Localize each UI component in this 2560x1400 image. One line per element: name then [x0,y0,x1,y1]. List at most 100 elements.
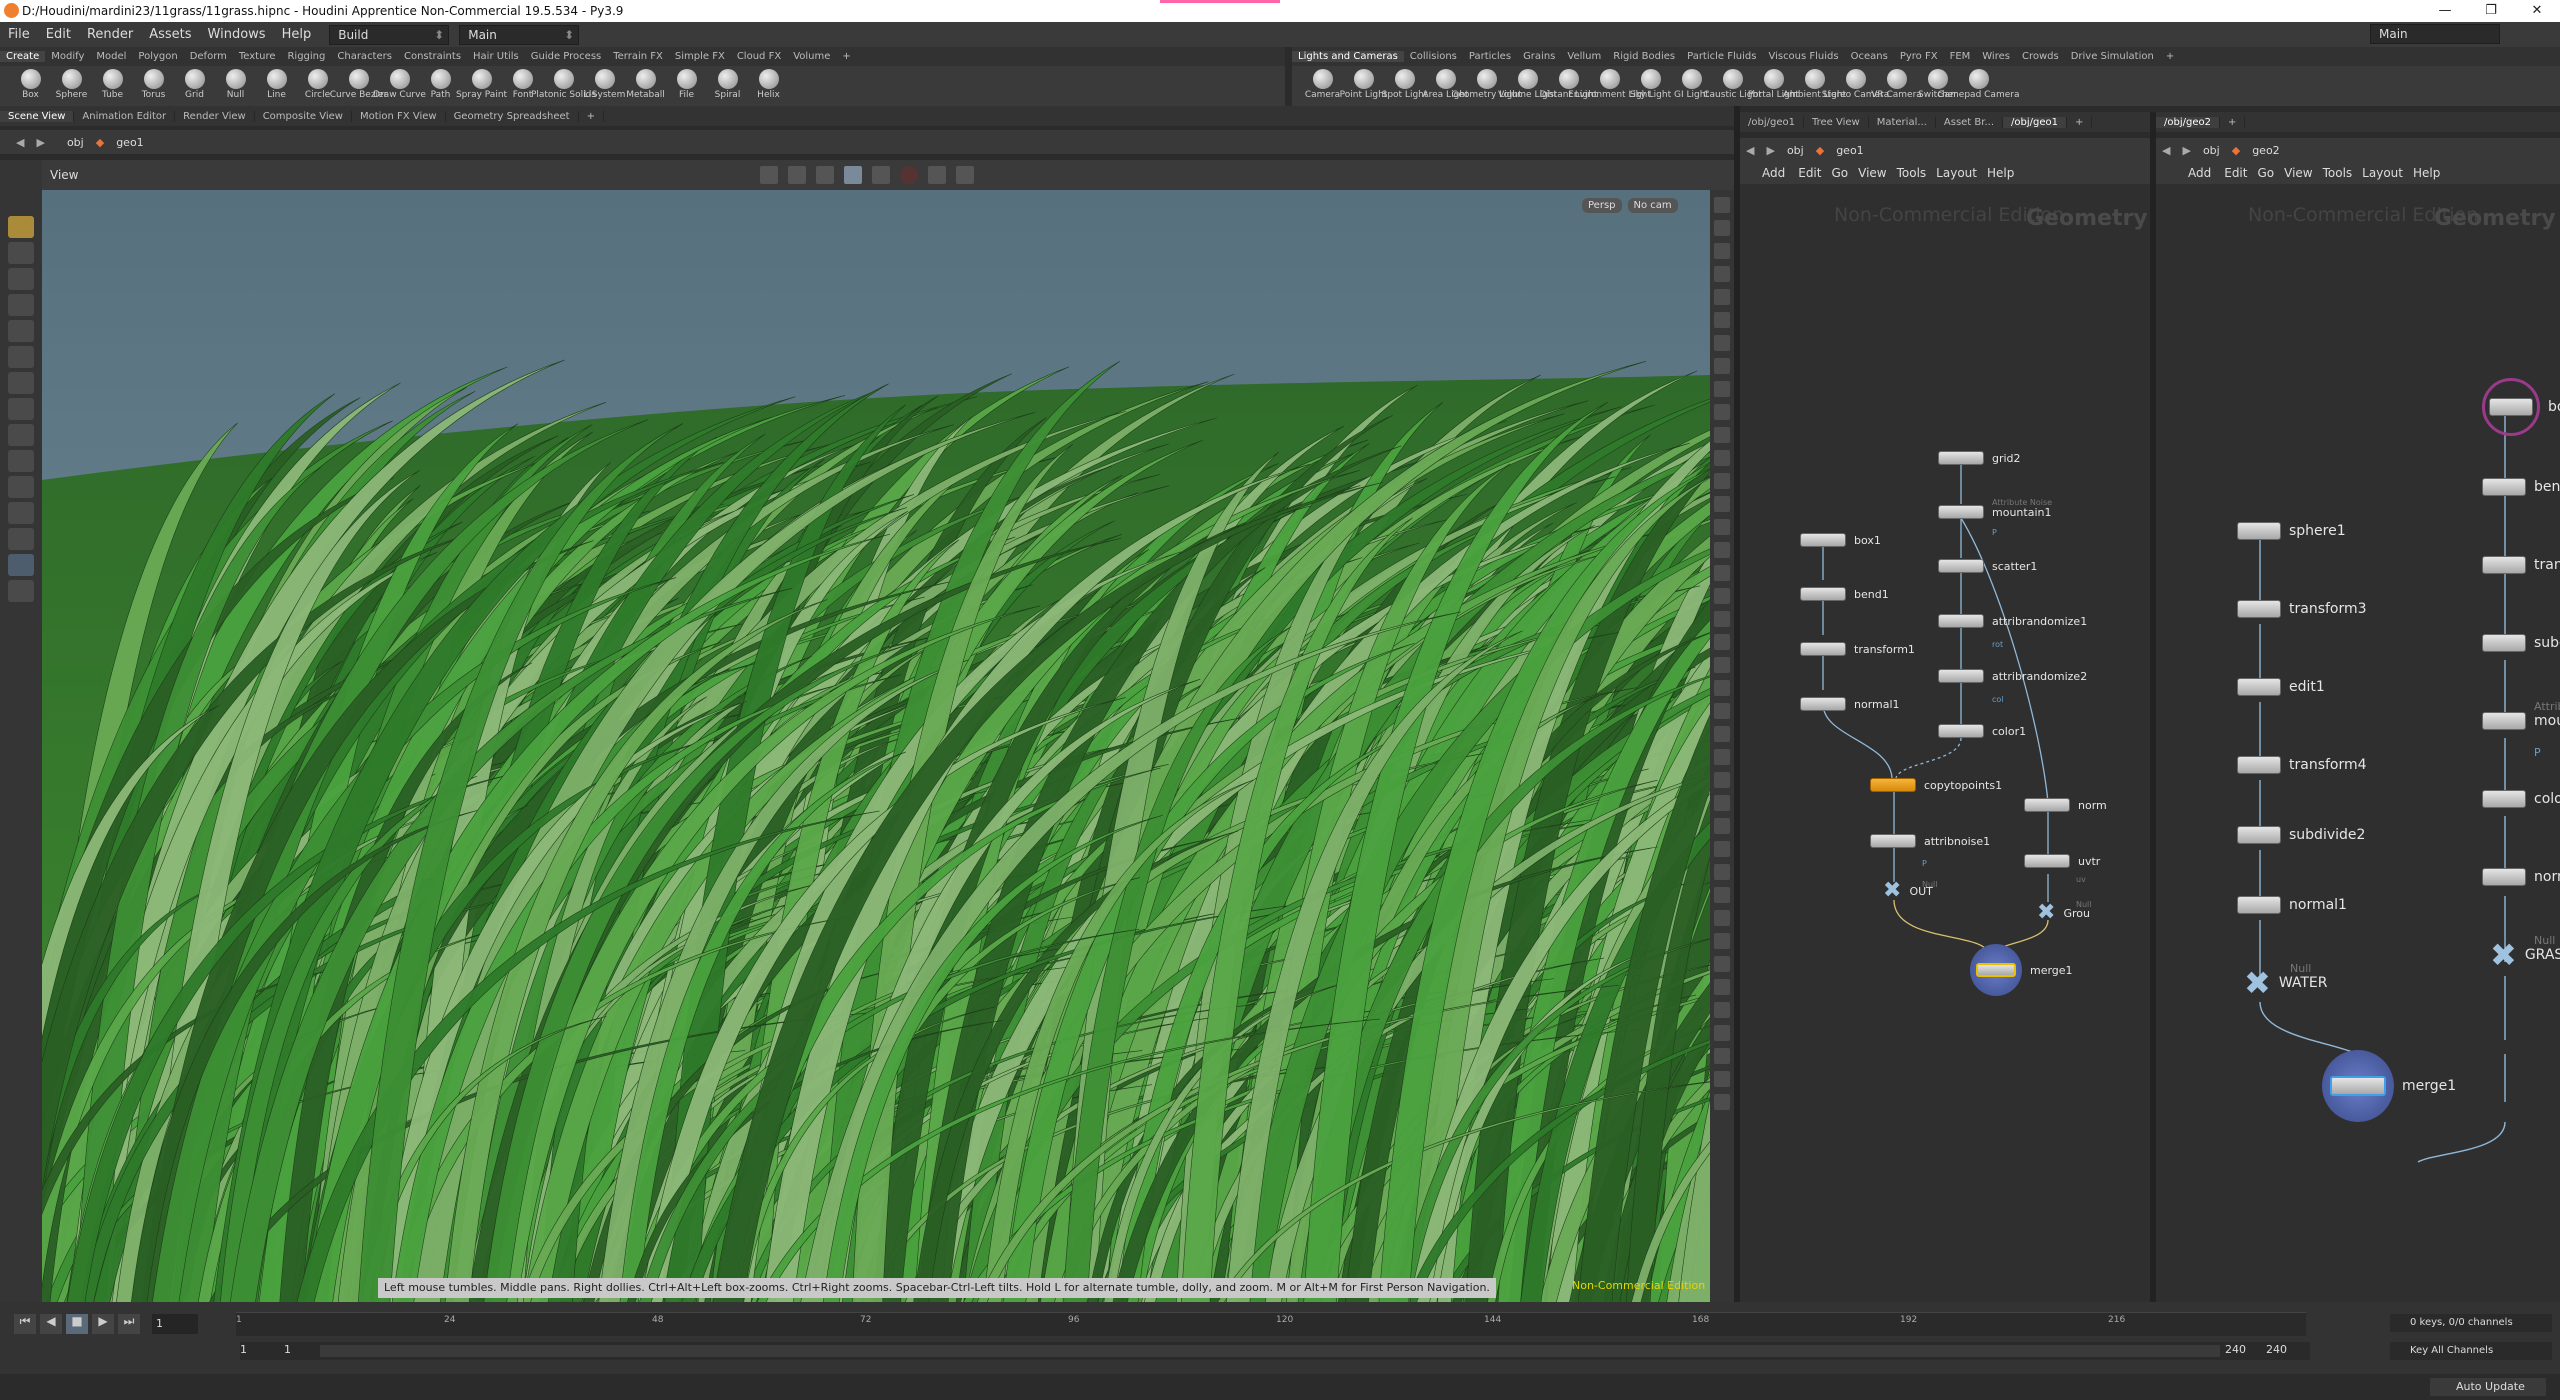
tab-obj-geo1-network[interactable]: /obj/geo1 [2003,116,2067,128]
shelf-tool-l-system[interactable]: L-System [584,66,625,106]
shelf-tab[interactable]: Hair Utils [467,51,525,62]
menu-file[interactable]: File [0,27,38,42]
node-uvtransform-cut[interactable]: uvtr [2024,854,2100,868]
tab-composite-view[interactable]: Composite View [255,110,352,122]
node-body[interactable] [1938,614,1984,628]
select-tool-icon[interactable] [8,216,34,238]
display-toggle-icon[interactable] [1714,542,1730,558]
node-body[interactable] [2482,868,2526,886]
record-icon[interactable] [900,166,918,184]
node-body[interactable] [2482,634,2526,652]
add-pane-tab-button[interactable]: + [2067,116,2093,128]
merge-node-body[interactable] [1970,944,2022,996]
shelf-tool-stereo-camera[interactable]: Stereo Camera [1822,66,1889,106]
shelf-tab[interactable]: FEM [1944,51,1977,62]
display-toggle-icon[interactable] [1714,404,1730,420]
path-geo2[interactable]: geo2 [2246,144,2285,157]
node-body[interactable] [2024,854,2070,868]
node-body[interactable] [1800,533,1846,547]
display-toggle-icon[interactable] [1714,887,1730,903]
node-body[interactable] [1938,451,1984,465]
shelf-tool-grid[interactable]: Grid [174,66,215,106]
camera-tool-icon[interactable] [8,580,34,602]
node-body[interactable] [1938,505,1984,519]
tab-scene-view[interactable]: Scene View [0,110,75,122]
path-obj[interactable]: obj [1781,144,1810,157]
node-attribrandomize1[interactable]: attribrandomize1 [1938,614,2087,628]
node-attribnoise1[interactable]: attribnoise1 [1870,834,1990,848]
shelf-tool-geometry-light[interactable]: Geometry Light [1451,66,1522,106]
tab-geometry-spreadsheet[interactable]: Geometry Spreadsheet [446,110,579,122]
step-forward-icon[interactable]: ⏭ [118,1314,140,1334]
shelf-tool-box[interactable]: Box [10,66,51,106]
display-toggle-icon[interactable] [1714,1094,1730,1110]
shelf-tool-platonic-solids[interactable]: Platonic Solids [531,66,596,106]
node-grid2[interactable]: grid2 [1938,451,2021,465]
display-toggle-icon[interactable] [1714,634,1730,650]
shelf-tab[interactable]: Model [90,51,132,62]
shelf-tab[interactable]: Vellum [1561,51,1607,62]
tab-obj-geo2[interactable]: /obj/geo2 [2156,116,2220,128]
node-bend1[interactable]: bend1 [2482,478,2560,496]
node-copytopoints1[interactable]: copytopoints1 [1870,778,2002,792]
node-body[interactable] [1938,559,1984,573]
network-editor-geo1[interactable]: Add Edit Go View Tools Layout Help Non-C… [1740,162,2150,1302]
persp-button[interactable]: Persp [1582,198,1622,213]
snap-icon[interactable] [8,346,34,368]
display-option-icon[interactable] [788,166,806,184]
path-geo1[interactable]: geo1 [1830,144,1869,157]
menu-render[interactable]: Render [79,27,141,42]
right-main-dropdown[interactable]: Main [2370,24,2500,44]
path-obj[interactable]: obj [61,136,90,149]
tab-material[interactable]: Material... [1869,116,1936,128]
grid-snap-icon[interactable] [8,372,34,394]
display-toggle-icon[interactable] [1714,726,1730,742]
shelf-tool-portal-light[interactable]: Portal Light [1748,66,1799,106]
display-toggle-icon[interactable] [1714,818,1730,834]
node-body[interactable] [1800,587,1846,601]
node-body[interactable] [1800,642,1846,656]
display-toggle-icon[interactable] [1714,979,1730,995]
node-ground-null[interactable]: ✖ Grou [2037,902,2090,924]
display-toggle-icon[interactable] [1714,772,1730,788]
tab-animation-editor[interactable]: Animation Editor [74,110,176,122]
node-transform[interactable]: transform [2482,556,2560,574]
node-subdivide[interactable]: subdivide [2482,634,2560,652]
rotate-tool-icon[interactable] [8,424,34,446]
display-toggle-icon[interactable] [1714,197,1730,213]
shelf-tab[interactable]: Drive Simulation [2065,51,2160,62]
display-toggle-icon[interactable] [1714,956,1730,972]
camera-icon[interactable] [928,166,946,184]
display-toggle-icon[interactable] [1714,473,1730,489]
node-body[interactable] [1938,724,1984,738]
shelf-tool-torus[interactable]: Torus [133,66,174,106]
shelf-tab[interactable]: Viscous Fluids [1762,51,1844,62]
node-box1[interactable]: box1 [2482,378,2560,436]
node-body[interactable] [1800,697,1846,711]
shelf-tool-metaball[interactable]: Metaball [625,66,666,106]
shelf-tab[interactable]: Grains [1517,51,1561,62]
shelf-tab[interactable]: Collisions [1404,51,1463,62]
shelf-tool-point-light[interactable]: Point Light [1340,66,1387,106]
shelf-tool-switcher[interactable]: Switcher [1917,66,1958,106]
display-toggle-icon[interactable] [1714,864,1730,880]
shelf-tool-file[interactable]: File [666,66,707,106]
magnet-icon[interactable] [8,320,34,342]
shelf-tab[interactable]: Guide Process [525,51,607,62]
shelf-tab[interactable]: Simple FX [669,51,731,62]
range-start-field[interactable]: 1 [284,1343,291,1356]
display-toggle-icon[interactable] [1714,1002,1730,1018]
shelf-tool-tube[interactable]: Tube [92,66,133,106]
shelf-tool-caustic-light[interactable]: Caustic Light [1703,66,1762,106]
path-obj[interactable]: obj [2197,144,2226,157]
display-toggle-icon[interactable] [1714,611,1730,627]
node-normal2[interactable]: normal2 [2482,868,2560,886]
back-arrow-icon[interactable]: ◀ [1740,144,1760,157]
shelf-tool-spot-light[interactable]: Spot Light [1382,66,1427,106]
display-toggle-icon[interactable] [1714,910,1730,926]
menu-windows[interactable]: Windows [200,27,274,42]
shelf-tool-curve-bezier[interactable]: Curve Bezier [330,66,387,106]
scale-tool-icon[interactable] [8,450,34,472]
menu-help[interactable]: Help [274,27,320,42]
node-body[interactable] [2237,678,2281,696]
